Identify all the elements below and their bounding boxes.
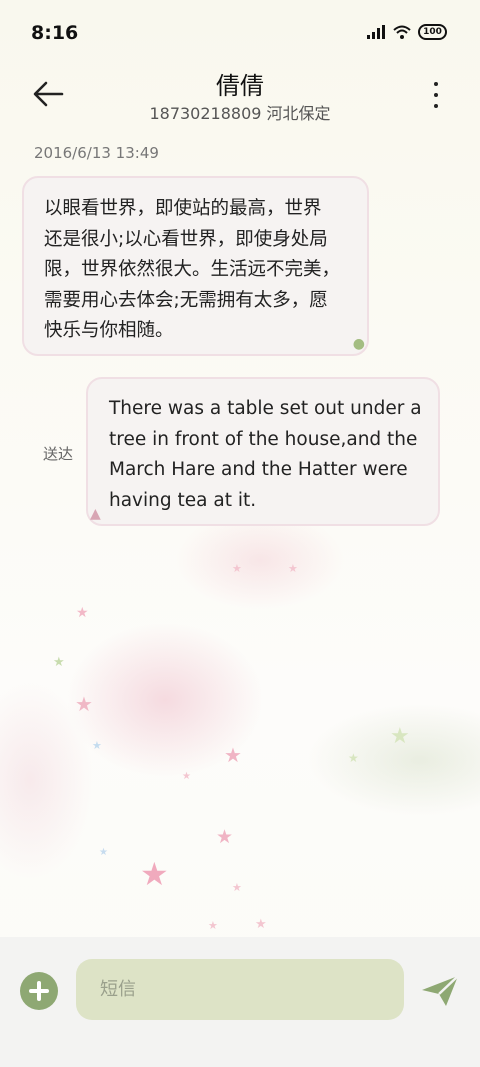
- contact-name: 倩倩: [216, 72, 264, 100]
- conversation-header: 倩倩 18730218809 河北保定: [0, 62, 480, 132]
- battery-level: 100: [423, 27, 442, 37]
- message-timestamp: 2016/6/13 13:49: [34, 144, 159, 162]
- message-line: 快乐与你相随。: [44, 320, 174, 341]
- status-icons: 100: [366, 24, 447, 40]
- sms-input[interactable]: [76, 959, 404, 1020]
- sent-message-bubble[interactable]: There was a table set out under a tree i…: [86, 377, 440, 526]
- more-vertical-icon[interactable]: [428, 78, 444, 112]
- status-bar: 8:16 100: [0, 0, 480, 68]
- plus-circle-icon[interactable]: [20, 972, 58, 1010]
- decor-star: ★: [232, 881, 242, 894]
- message-line: 需要用心去体会;无需拥有太多，愿: [44, 289, 328, 311]
- decor-star: ★: [99, 847, 108, 858]
- decor-star: ★: [348, 751, 359, 765]
- decor-star: ★: [140, 855, 169, 893]
- decor-star: ★: [232, 562, 242, 575]
- wifi-icon: [393, 25, 411, 39]
- decor-star: ★: [76, 605, 89, 621]
- decor-star: ★: [216, 826, 234, 848]
- message-line: having tea at it.: [109, 489, 257, 511]
- bubble-decoration-icon: ▲: [90, 506, 101, 522]
- decor-star: ★: [288, 562, 298, 575]
- message-line: 限，世界依然很大。生活远不完美，: [44, 259, 341, 280]
- bubble-decoration-icon: ●: [352, 336, 365, 352]
- decor-star: ★: [390, 724, 410, 749]
- decor-star: ★: [75, 692, 93, 716]
- message-line: 还是很小;以心看世界，即使身处局: [44, 228, 328, 250]
- received-message-bubble[interactable]: 以眼看世界，即使站的最高，世界 还是很小;以心看世界，即使身处局 限，世界依然很…: [22, 176, 369, 356]
- decor-star: ★: [182, 771, 191, 782]
- status-time: 8:16: [31, 22, 79, 44]
- signal-icon: [367, 25, 385, 39]
- decor-star: ★: [255, 917, 267, 932]
- delivery-status: 送达: [43, 445, 74, 463]
- decor-star: ★: [224, 743, 242, 767]
- battery-icon: 100: [418, 24, 447, 40]
- send-icon[interactable]: [420, 973, 460, 1009]
- contact-info: 18730218809 河北保定: [149, 104, 331, 123]
- decor-star: ★: [208, 919, 218, 932]
- decor-star: ★: [53, 655, 65, 670]
- message-line: There was a table set out under a: [109, 398, 422, 419]
- compose-bar: [0, 937, 480, 1067]
- message-line: March Hare and the Hatter were: [109, 459, 408, 480]
- message-line: 以眼看世界，即使站的最高，世界: [44, 198, 322, 219]
- decor-star: ★: [92, 739, 102, 752]
- message-line: tree in front of the house,and the: [109, 428, 418, 450]
